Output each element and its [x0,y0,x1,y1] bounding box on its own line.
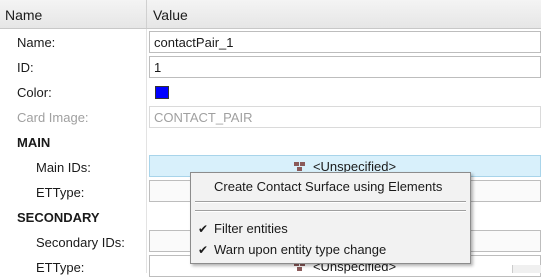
column-separator-line [146,29,147,273]
menu-item-create-contact-surface[interactable]: Create Contact Surface using Elements [214,179,442,194]
name-column-header[interactable]: Name [5,7,42,23]
menu-item-warn-type-change[interactable]: Warn upon entity type change [214,242,386,257]
main-ids-label: Main IDs: [36,160,91,175]
menu-item-filter-entities[interactable]: Filter entities [214,221,288,236]
property-table-header: Name Value [0,0,541,29]
menu-separator [195,210,466,212]
main-section-heading[interactable]: MAIN [17,135,50,150]
card-image-field: CONTACT_PAIR [149,106,541,128]
main-ettype-label: ETType: [36,185,85,200]
secondary-ids-label: Secondary IDs: [36,235,125,250]
card-image-label: Card Image: [17,110,89,125]
context-menu: Create Contact Surface using Elements ✔ … [190,172,471,264]
name-field[interactable]: contactPair_1 [149,31,541,53]
warn-type-change-check-icon: ✔ [198,243,209,257]
scrollbar-corner [512,265,541,273]
menu-separator [195,201,466,203]
value-column-header[interactable]: Value [153,7,188,23]
id-field[interactable]: 1 [149,56,541,78]
color-swatch[interactable] [155,86,169,99]
column-divider[interactable] [146,0,147,28]
secondary-section-heading[interactable]: SECONDARY [17,210,100,225]
entity-selector-icon [293,162,307,172]
id-label: ID: [17,60,34,75]
color-label: Color: [17,85,52,100]
filter-entities-check-icon: ✔ [198,222,209,236]
name-label: Name: [17,35,56,50]
